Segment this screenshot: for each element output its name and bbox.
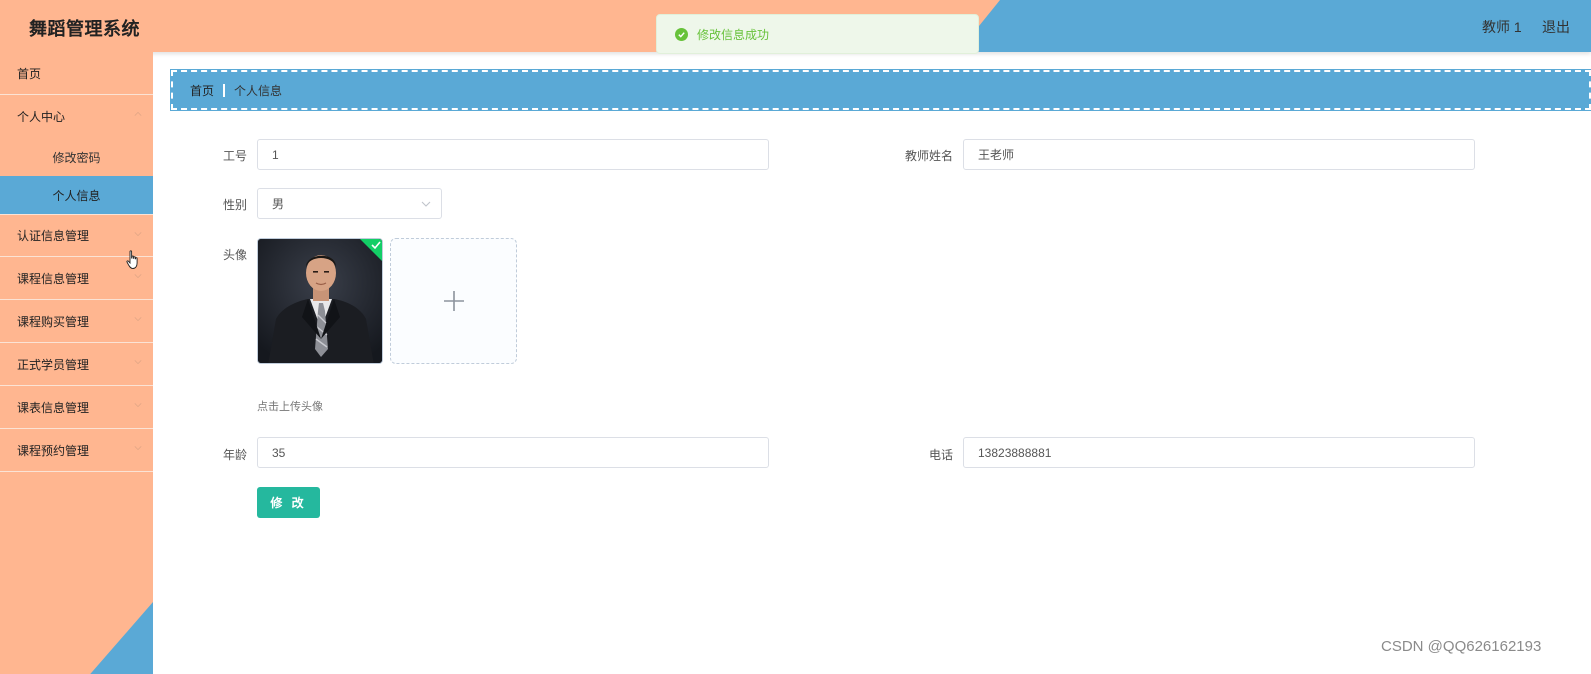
teacher-name-label: 教师姓名 (904, 149, 953, 163)
success-toast: 修改信息成功 (656, 14, 979, 54)
age-input[interactable]: 35 (257, 437, 769, 468)
sidebar-item-label: 正式学员管理 (17, 357, 90, 372)
sidebar-item-schedule[interactable]: 课表信息管理 (0, 386, 153, 429)
upload-success-badge-icon (360, 239, 382, 261)
sidebar-item-course-purchase[interactable]: 课程购买管理 (0, 300, 153, 343)
gender-select[interactable]: 男 (257, 188, 442, 219)
logout-button[interactable]: 退出 (1542, 17, 1570, 37)
sidebar-item-personal-center[interactable]: 个人中心 (0, 95, 153, 138)
sidebar-item-label: 课表信息管理 (17, 400, 90, 415)
sidebar-item-home[interactable]: 首页 (0, 52, 153, 95)
breadcrumb-home-link[interactable]: 首页 (190, 82, 214, 99)
age-value: 35 (272, 445, 286, 460)
sidebar-subitem-label: 个人信息 (52, 188, 101, 203)
sidebar-item-course-booking[interactable]: 课程预约管理 (0, 429, 153, 472)
avatar-label: 头像 (222, 248, 247, 262)
avatar-image[interactable] (257, 238, 383, 364)
gender-label: 性别 (222, 198, 247, 212)
app-title: 舞蹈管理系统 (29, 19, 140, 39)
toast-message: 修改信息成功 (697, 27, 770, 42)
sidebar-item-label: 课程购买管理 (17, 314, 90, 329)
age-label: 年龄 (222, 448, 247, 462)
sidebar: 首页 个人中心 修改密码 个人信息 认证信息管理 课程信息管理 课程购买管理 正… (0, 52, 153, 674)
phone-input[interactable]: 13823888881 (963, 437, 1475, 468)
employee-id-input[interactable]: 1 (257, 139, 769, 170)
sidebar-item-label: 个人中心 (17, 110, 66, 124)
hand-cursor-icon (126, 250, 138, 269)
breadcrumb: 首页 个人信息 (170, 69, 1591, 111)
chevron-down-icon (134, 446, 142, 451)
sidebar-subitem-change-password[interactable]: 修改密码 (0, 138, 153, 176)
plus-icon (443, 291, 464, 311)
avatar-upload-button[interactable] (390, 238, 517, 364)
gender-value: 男 (272, 197, 285, 211)
chevron-down-icon (134, 274, 142, 279)
employee-id-label: 工号 (222, 149, 247, 163)
chevron-down-icon (134, 360, 142, 365)
chevron-up-icon (134, 111, 142, 116)
chevron-down-icon (134, 403, 142, 408)
sidebar-corner-decoration (90, 602, 153, 674)
chevron-down-icon (421, 201, 431, 207)
user-name: 教师 1 (1482, 19, 1522, 35)
phone-label: 电话 (928, 448, 953, 462)
avatar-upload-tip: 点击上传头像 (257, 401, 323, 413)
teacher-name-input[interactable]: 王老师 (963, 139, 1475, 170)
sidebar-item-formal-students[interactable]: 正式学员管理 (0, 343, 153, 386)
breadcrumb-current: 个人信息 (234, 83, 283, 98)
sidebar-subitem-personal-info[interactable]: 个人信息 (0, 176, 153, 214)
sidebar-item-label: 首页 (17, 66, 42, 81)
chevron-down-icon (134, 232, 142, 237)
employee-id-value: 1 (272, 147, 279, 162)
breadcrumb-separator (223, 83, 226, 97)
check-circle-icon (675, 27, 688, 41)
teacher-name-value: 王老师 (978, 148, 1015, 162)
submit-button[interactable]: 修 改 (257, 487, 320, 518)
watermark-text: CSDN @QQ626162193 (1381, 638, 1542, 655)
phone-value: 13823888881 (978, 445, 1052, 460)
sidebar-item-label: 认证信息管理 (17, 229, 90, 243)
chevron-down-icon (134, 317, 142, 322)
sidebar-subitem-label: 修改密码 (52, 150, 101, 165)
sidebar-item-label: 课程信息管理 (17, 271, 90, 286)
sidebar-item-label: 课程预约管理 (17, 443, 90, 458)
